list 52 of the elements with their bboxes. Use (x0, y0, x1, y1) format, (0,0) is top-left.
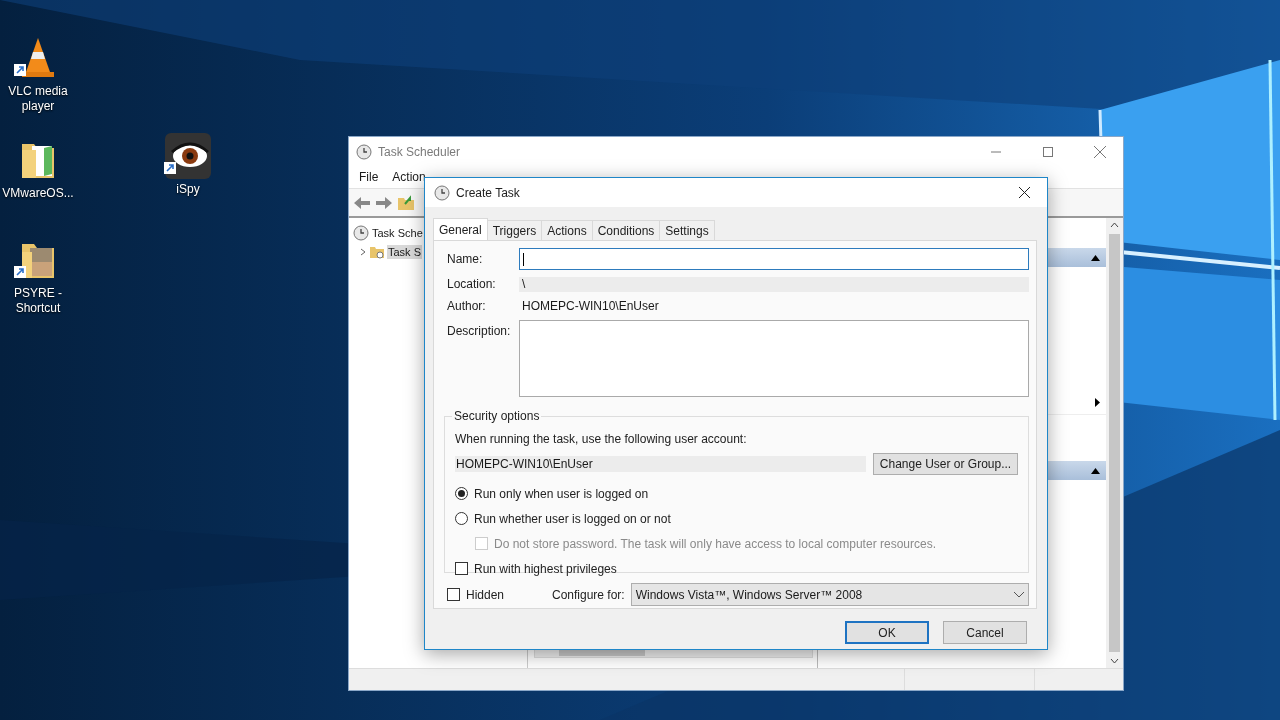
maximize-icon[interactable] (1043, 146, 1053, 157)
account-value: HOMEPC-WIN10\EnUser (455, 456, 866, 472)
collapse-triangle-icon[interactable] (1091, 254, 1100, 261)
author-value: HOMEPC-WIN10\EnUser (521, 299, 660, 313)
desktop-icon-label[interactable]: PSYRE - Shortcut (0, 286, 76, 316)
clock-icon (356, 143, 372, 160)
expand-chevron-icon[interactable] (359, 247, 367, 256)
clock-icon (434, 184, 450, 201)
tab[interactable]: Triggers (486, 220, 543, 240)
option-label: Run whether user is logged on or not (474, 511, 671, 526)
clock-icon (353, 224, 369, 241)
folder-icon (369, 244, 385, 259)
tab[interactable]: Settings (659, 220, 715, 240)
checkbox[interactable] (447, 588, 460, 601)
field-label: Location: (447, 276, 497, 292)
field-label: Configure for: (552, 586, 625, 603)
eye-icon[interactable] (164, 132, 212, 180)
back-arrow-icon[interactable] (353, 195, 371, 210)
change-user-button[interactable]: Change User or Group... (873, 453, 1018, 475)
desktop-icon-label[interactable]: iSpy (176, 182, 200, 197)
window-title: Task Scheduler (378, 144, 462, 159)
checkbox[interactable] (455, 562, 468, 575)
tree-item[interactable]: Task Sche (371, 225, 424, 240)
description-field[interactable] (519, 320, 1029, 397)
field-label: Description: (447, 323, 512, 339)
close-icon[interactable] (1018, 187, 1030, 198)
field-label: Name: (447, 251, 484, 267)
desktop-icon-label[interactable]: VLC media player (0, 84, 76, 114)
location-value: \ (519, 276, 1029, 292)
radio-button[interactable] (455, 487, 468, 500)
option-label: Run with highest privileges (474, 561, 617, 576)
option-label: Run only when user is logged on (474, 486, 649, 501)
configure-dropdown[interactable]: Windows Vista™, Windows Server™ 2008 (630, 583, 1029, 606)
desktop-icon-label[interactable]: VMwareOS... (2, 186, 74, 201)
radio-button[interactable] (455, 512, 468, 525)
field-label: Author: (447, 298, 487, 314)
group-title: Security options (453, 409, 541, 423)
chevron-down-icon (1014, 591, 1024, 598)
collapse-triangle-icon[interactable] (1091, 467, 1100, 474)
submenu-triangle-icon (1095, 398, 1100, 407)
account-prompt: When running the task, use the following user account: (455, 432, 747, 446)
tab[interactable]: General (433, 218, 488, 240)
option-label: Hidden (466, 587, 505, 602)
vertical-scrollbar[interactable] (1106, 218, 1123, 668)
name-field[interactable] (519, 248, 1029, 270)
forward-arrow-icon[interactable] (375, 195, 393, 210)
tree-item[interactable]: Task S (387, 244, 422, 259)
dialog-button[interactable]: Cancel (943, 621, 1027, 644)
option-label: Do not store password. The task will only have access to local computer resources. (494, 536, 936, 551)
dialog-button[interactable]: OK (845, 621, 929, 644)
menu-item[interactable]: File (352, 170, 386, 184)
dialog-title: Create Task (456, 185, 521, 200)
